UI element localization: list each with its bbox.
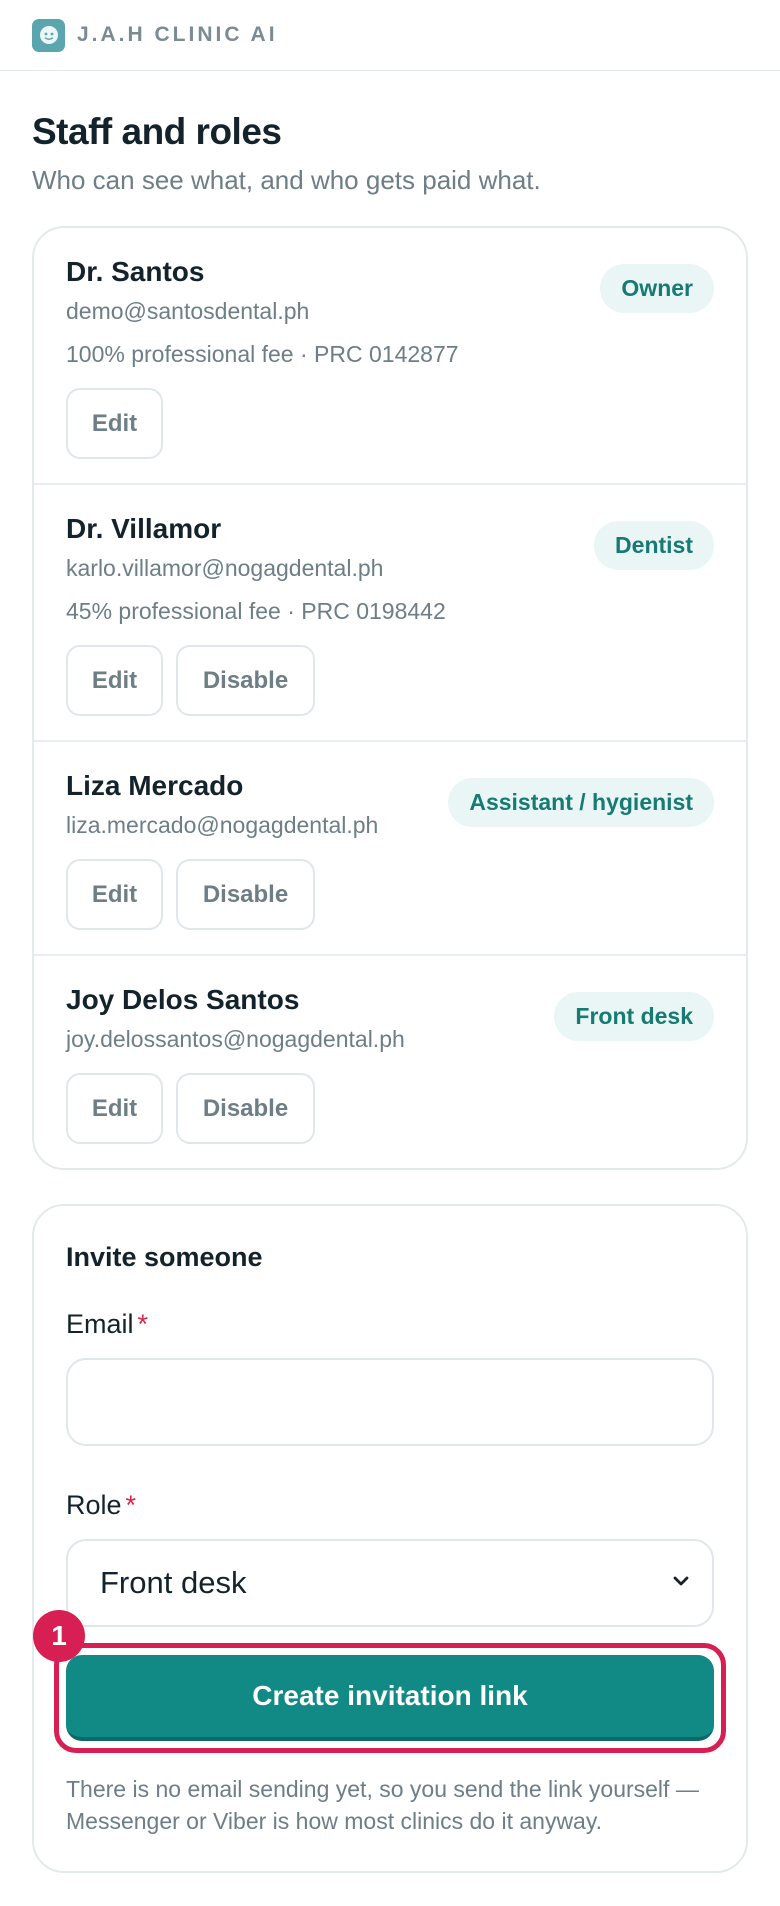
edit-button[interactable]: Edit bbox=[66, 859, 163, 930]
role-select[interactable]: Front desk bbox=[66, 1539, 714, 1627]
required-mark: * bbox=[125, 1490, 137, 1520]
email-label: Email * bbox=[66, 1309, 714, 1340]
role-label-text: Role bbox=[66, 1490, 122, 1520]
edit-button[interactable]: Edit bbox=[66, 388, 163, 459]
main-content: Staff and roles Who can see what, and wh… bbox=[0, 111, 780, 1873]
disable-button[interactable]: Disable bbox=[176, 1073, 315, 1144]
role-select-value: Front desk bbox=[100, 1565, 247, 1600]
highlight-frame: 1 Create invitation link bbox=[33, 1610, 726, 1753]
edit-button[interactable]: Edit bbox=[66, 1073, 163, 1144]
staff-fee: 100% professional fee · PRC 0142877 bbox=[66, 341, 459, 367]
invite-card: Invite someone Email * Role * Front desk 1… bbox=[32, 1204, 748, 1873]
page-subtitle: Who can see what, and who gets paid what… bbox=[32, 165, 541, 195]
invite-title: Invite someone bbox=[66, 1242, 263, 1272]
staff-row: Liza Mercado liza.mercado@nogagdental.ph… bbox=[34, 740, 746, 954]
disable-button[interactable]: Disable bbox=[176, 859, 315, 930]
staff-fee: 45% professional fee · PRC 0198442 bbox=[66, 598, 446, 624]
role-label: Role * bbox=[66, 1490, 714, 1521]
chevron-down-icon bbox=[670, 1570, 692, 1597]
role-badge: Assistant / hygienist bbox=[448, 778, 714, 827]
role-badge: Owner bbox=[600, 264, 714, 313]
tooth-face-icon bbox=[32, 18, 65, 52]
create-invitation-button[interactable]: Create invitation link bbox=[66, 1655, 714, 1741]
role-badge: Dentist bbox=[594, 521, 714, 570]
email-label-text: Email bbox=[66, 1309, 134, 1339]
brand-name: J.A.H CLINIC AI bbox=[77, 23, 278, 46]
staff-row: Dr. Villamor karlo.villamor@nogagdental.… bbox=[34, 483, 746, 740]
staff-row: Joy Delos Santos joy.delossantos@nogagde… bbox=[34, 954, 746, 1168]
disable-button[interactable]: Disable bbox=[176, 645, 315, 716]
invite-hint: There is no email sending yet, so you se… bbox=[66, 1776, 699, 1834]
email-field[interactable] bbox=[66, 1358, 714, 1446]
top-bar: J.A.H CLINIC AI bbox=[0, 0, 780, 71]
step-marker: 1 bbox=[33, 1610, 85, 1662]
page-title: Staff and roles bbox=[32, 111, 282, 152]
staff-row: Dr. Santos demo@santosdental.ph 100% pro… bbox=[34, 228, 746, 483]
required-mark: * bbox=[137, 1309, 149, 1339]
edit-button[interactable]: Edit bbox=[66, 645, 163, 716]
staff-list-card: Dr. Santos demo@santosdental.ph 100% pro… bbox=[32, 226, 748, 1170]
role-badge: Front desk bbox=[554, 992, 714, 1041]
